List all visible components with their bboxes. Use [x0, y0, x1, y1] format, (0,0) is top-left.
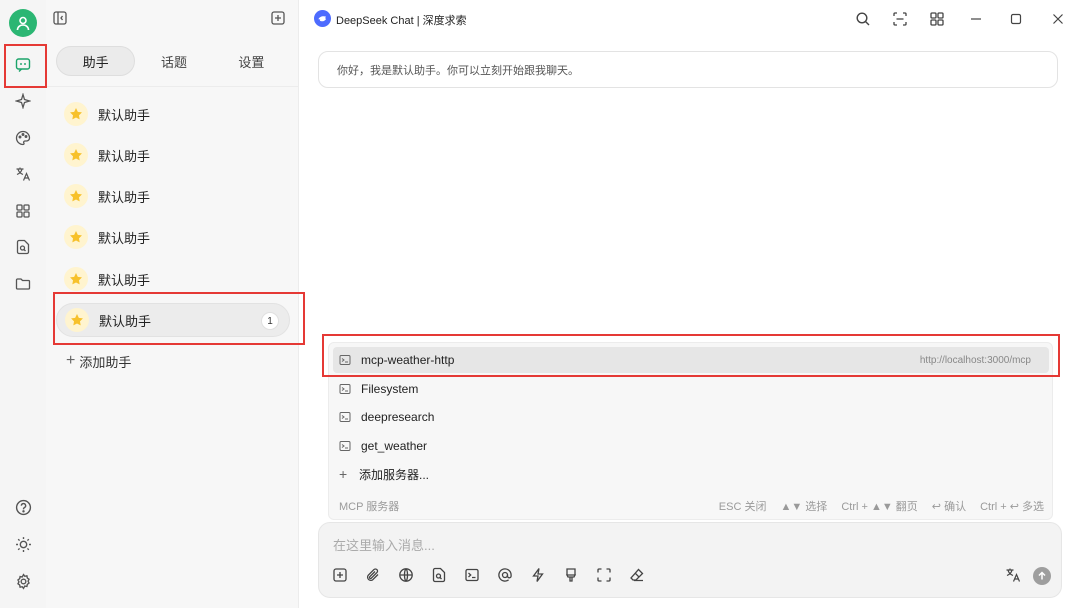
mcp-server-name: mcp-weather-http — [361, 353, 455, 367]
mcp-server-item[interactable]: Filesystem — [333, 376, 1049, 402]
plus-icon: + — [339, 466, 348, 482]
assistant-item[interactable]: 默认助手 — [56, 262, 290, 296]
hint-close: ESC 关闭 — [718, 501, 767, 513]
hint-page: Ctrl + ▲▼ 翻页 — [841, 501, 918, 513]
terminal-icon — [339, 383, 351, 395]
eraser-icon[interactable] — [627, 565, 647, 585]
app-window: 助手 话题 设置 默认助手 默认助手 默认助手 默认助手 默认助手 默认助手 1… — [0, 0, 1080, 608]
brush-icon[interactable] — [561, 565, 581, 585]
tab-settings[interactable]: 设置 — [213, 46, 290, 76]
assistant-item[interactable]: 默认助手 — [56, 179, 290, 213]
mention-icon[interactable] — [495, 565, 515, 585]
hint-multiselect: Ctrl + ↩ 多选 — [980, 501, 1044, 513]
mcp-server-url: http://localhost:3000/mcp — [919, 354, 1031, 366]
file-search-icon[interactable] — [429, 565, 449, 585]
assistant-name: 默认助手 — [99, 313, 152, 329]
mcp-footer-title: MCP 服务器 — [339, 501, 400, 513]
lightning-icon[interactable] — [528, 565, 548, 585]
terminal-icon — [339, 354, 351, 366]
assistant-name: 默认助手 — [98, 107, 151, 123]
globe-icon[interactable] — [396, 565, 416, 585]
tab-assistants[interactable]: 助手 — [56, 46, 136, 76]
assistant-name: 默认助手 — [98, 148, 151, 164]
panel-tabs: 助手 话题 设置 — [56, 46, 290, 76]
avatar[interactable] — [9, 9, 37, 37]
assistant-item[interactable]: 默认助手 — [56, 97, 290, 131]
mcp-server-name: deepresearch — [361, 410, 435, 424]
add-assistant-button[interactable]: + 添加助手 — [66, 350, 131, 372]
chat-icon[interactable] — [8, 50, 38, 80]
translate-icon[interactable] — [8, 159, 38, 189]
star-icon — [64, 225, 88, 249]
sparkle-icon[interactable] — [8, 86, 38, 116]
attachment-icon[interactable] — [363, 565, 383, 585]
terminal-icon — [339, 411, 351, 423]
terminal-icon — [339, 440, 351, 452]
assistant-item-selected[interactable]: 默认助手 1 — [56, 303, 290, 337]
message-input-box: 在这里输入消息... — [318, 522, 1062, 598]
help-icon[interactable] — [8, 492, 38, 522]
mcp-popup-footer: MCP 服务器 ESC 关闭 ▲▼ 选择 Ctrl + ▲▼ 翻页 ↩ 确认 C… — [339, 497, 1044, 515]
sun-icon[interactable] — [8, 529, 38, 559]
hint-select: ▲▼ 选择 — [780, 501, 828, 513]
new-topic-icon[interactable] — [270, 10, 288, 28]
search-icon[interactable] — [854, 10, 872, 28]
mcp-server-item[interactable]: deepresearch — [333, 404, 1049, 430]
palette-icon[interactable] — [8, 123, 38, 153]
add-assistant-label: 添加助手 — [79, 354, 132, 370]
mcp-server-item[interactable]: mcp-weather-http http://localhost:3000/m… — [333, 347, 1049, 373]
apps-icon[interactable] — [8, 196, 38, 226]
window-title: DeepSeek Chat | 深度求索 — [336, 15, 467, 27]
panel-toolbar — [46, 0, 299, 38]
layout-icon[interactable] — [928, 10, 946, 28]
star-icon — [64, 267, 88, 291]
assistant-greeting: 你好，我是默认助手。你可以立刻开始跟我聊天。 — [318, 51, 1058, 88]
assistant-name: 默认助手 — [98, 230, 151, 246]
star-icon — [64, 143, 88, 167]
mcp-server-popup: mcp-weather-http http://localhost:3000/m… — [328, 342, 1053, 520]
assistant-name: 默认助手 — [98, 272, 151, 288]
terminal-icon[interactable] — [462, 565, 482, 585]
icon-rail — [0, 0, 46, 608]
topic-count-badge: 1 — [261, 312, 279, 330]
folder-icon[interactable] — [8, 269, 38, 299]
minimize-icon[interactable] — [967, 10, 985, 28]
title-bar: DeepSeek Chat | 深度求索 — [300, 0, 1080, 38]
collapse-sidebar-icon[interactable] — [52, 10, 70, 28]
mcp-server-item[interactable]: get_weather — [333, 433, 1049, 459]
send-button[interactable] — [1033, 567, 1051, 585]
fullscreen-icon[interactable] — [594, 565, 614, 585]
scan-icon[interactable] — [891, 10, 909, 28]
keyboard-hints: ESC 关闭 ▲▼ 选择 Ctrl + ▲▼ 翻页 ↩ 确认 Ctrl + ↩ … — [719, 498, 1044, 514]
assistant-item[interactable]: 默认助手 — [56, 220, 290, 254]
add-server-button[interactable]: + 添加服务器... — [333, 461, 1049, 487]
assistant-panel: 助手 话题 设置 默认助手 默认助手 默认助手 默认助手 默认助手 默认助手 1… — [46, 0, 299, 608]
maximize-icon[interactable] — [1007, 10, 1025, 28]
divider — [46, 86, 299, 87]
tab-topics[interactable]: 话题 — [135, 46, 212, 76]
mcp-server-name: get_weather — [361, 439, 428, 453]
new-topic-icon[interactable] — [330, 565, 350, 585]
translate-icon[interactable] — [1003, 565, 1023, 585]
star-icon — [64, 184, 88, 208]
assistant-name: 默认助手 — [98, 189, 151, 205]
mcp-server-name: Filesystem — [361, 382, 419, 396]
add-server-label: 添加服务器... — [359, 467, 430, 482]
plus-icon: + — [66, 352, 76, 369]
deepseek-logo-icon — [314, 10, 331, 27]
settings-icon[interactable] — [8, 566, 38, 596]
hint-confirm: ↩ 确认 — [931, 501, 967, 513]
file-search-icon[interactable] — [8, 232, 38, 262]
star-icon — [64, 102, 88, 126]
message-input[interactable]: 在这里输入消息... — [333, 535, 435, 554]
star-icon — [65, 308, 89, 332]
assistant-item[interactable]: 默认助手 — [56, 138, 290, 172]
close-icon[interactable] — [1049, 10, 1067, 28]
